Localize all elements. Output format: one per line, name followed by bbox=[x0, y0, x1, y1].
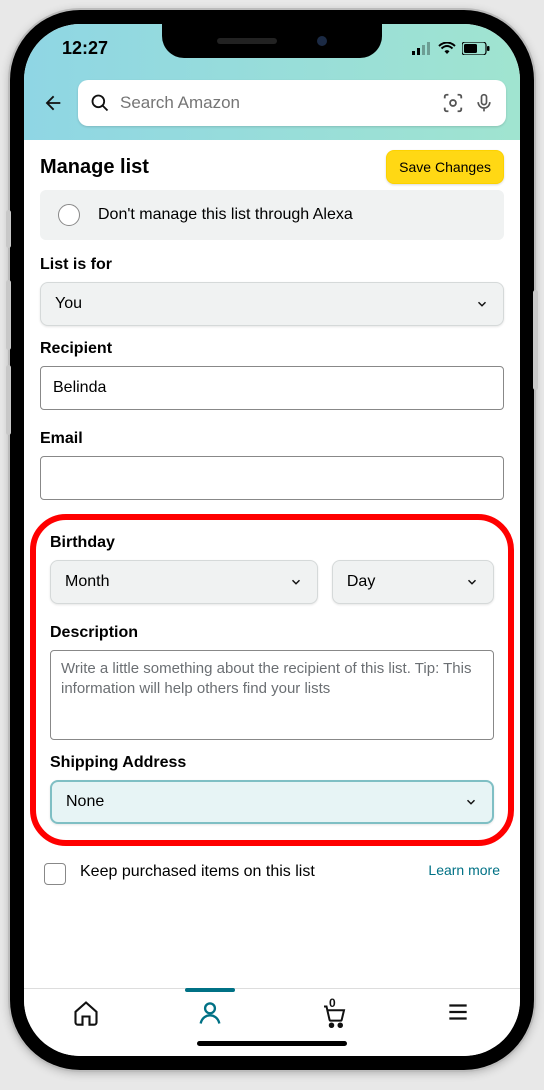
search-bar bbox=[24, 72, 520, 140]
list-for-select[interactable]: You bbox=[40, 282, 504, 326]
description-label: Description bbox=[50, 624, 494, 642]
description-textarea[interactable]: Write a little something about the recip… bbox=[50, 650, 494, 740]
chevron-down-icon bbox=[464, 795, 478, 809]
list-for-label: List is for bbox=[40, 256, 504, 274]
birthday-month-select[interactable]: Month bbox=[50, 560, 318, 604]
alexa-option-label: Don't manage this list through Alexa bbox=[98, 206, 353, 224]
home-icon bbox=[71, 999, 101, 1027]
search-input[interactable] bbox=[120, 93, 432, 113]
cart-icon: 0 bbox=[317, 999, 351, 1029]
recipient-input[interactable] bbox=[40, 366, 504, 410]
email-input[interactable] bbox=[40, 456, 504, 500]
tab-menu[interactable] bbox=[433, 999, 483, 1025]
cellular-icon bbox=[412, 42, 432, 55]
learn-more-link[interactable]: Learn more bbox=[428, 862, 500, 878]
birthday-month-value: Month bbox=[65, 573, 109, 591]
birthday-day-value: Day bbox=[347, 573, 375, 591]
recipient-label: Recipient bbox=[40, 340, 504, 358]
shipping-value: None bbox=[66, 793, 104, 811]
status-time: 12:27 bbox=[62, 38, 108, 59]
list-for-value: You bbox=[55, 295, 82, 313]
keep-items-label: Keep purchased items on this list bbox=[80, 862, 414, 883]
email-label: Email bbox=[40, 430, 504, 448]
shipping-address-select[interactable]: None bbox=[50, 780, 494, 824]
tab-account[interactable] bbox=[185, 999, 235, 1027]
page-title: Manage list bbox=[40, 156, 149, 179]
phone-notch bbox=[162, 24, 382, 58]
search-icon bbox=[90, 93, 110, 113]
back-arrow-icon[interactable] bbox=[38, 92, 68, 114]
battery-icon bbox=[462, 42, 490, 55]
keep-items-checkbox[interactable] bbox=[44, 863, 66, 885]
cart-count: 0 bbox=[329, 996, 336, 1010]
chevron-down-icon bbox=[475, 297, 489, 311]
tab-home[interactable] bbox=[61, 999, 111, 1027]
radio-icon[interactable] bbox=[58, 204, 80, 226]
user-icon bbox=[196, 999, 224, 1027]
alexa-option-row[interactable]: Don't manage this list through Alexa bbox=[40, 190, 504, 240]
birthday-label: Birthday bbox=[50, 534, 494, 552]
tab-cart[interactable]: 0 bbox=[309, 999, 359, 1029]
microphone-icon[interactable] bbox=[474, 92, 494, 114]
birthday-day-select[interactable]: Day bbox=[332, 560, 494, 604]
chevron-down-icon bbox=[465, 575, 479, 589]
shipping-label: Shipping Address bbox=[50, 754, 494, 772]
wifi-icon bbox=[438, 42, 456, 55]
chevron-down-icon bbox=[289, 575, 303, 589]
home-indicator[interactable] bbox=[197, 1041, 347, 1046]
search-field[interactable] bbox=[78, 80, 506, 126]
camera-scan-icon[interactable] bbox=[442, 92, 464, 114]
hamburger-icon bbox=[445, 999, 471, 1025]
highlighted-section: Birthday Month Day Description Write a l… bbox=[30, 514, 514, 846]
save-changes-button[interactable]: Save Changes bbox=[386, 150, 504, 184]
bottom-tab-bar: 0 bbox=[24, 988, 520, 1056]
